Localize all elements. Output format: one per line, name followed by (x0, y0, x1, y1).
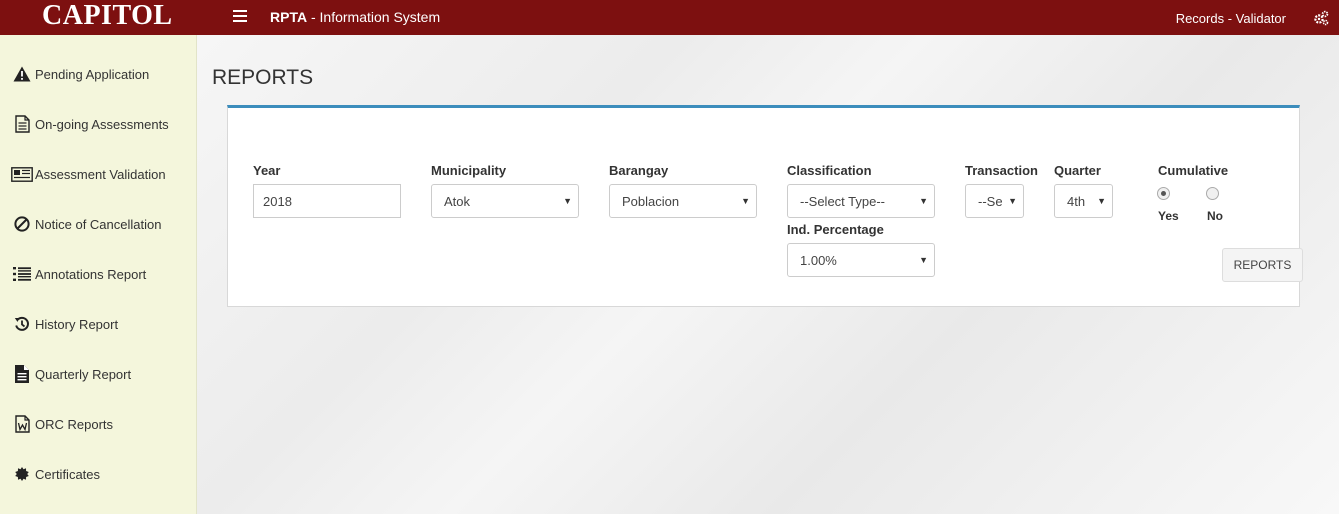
classification-select[interactable]: --Select Type-- ▼ (787, 184, 935, 218)
classification-label: Classification (787, 163, 872, 178)
ind-percentage-label: Ind. Percentage (787, 222, 884, 237)
sidebar-item-label: Assessment Validation (35, 166, 166, 182)
barangay-value: Poblacion (622, 193, 680, 209)
sidebar-item-label: Quarterly Report (35, 366, 132, 382)
word-file-icon (11, 414, 33, 434)
year-input[interactable]: 2018 (253, 184, 401, 218)
ind-percentage-select[interactable]: 1.00% ▼ (787, 243, 935, 277)
sidebar-item-label: Certificates (35, 466, 101, 482)
sidebar-item-label: Notice of Cancellation (35, 216, 162, 232)
warning-icon (11, 64, 33, 84)
transaction-select[interactable]: --Se ▼ (965, 184, 1024, 218)
newspaper-icon (11, 164, 33, 184)
transaction-value: --Se (978, 193, 1003, 209)
sidebar-item-pending-application[interactable]: Pending Application (0, 54, 196, 94)
app-title-rest: - Information System (307, 9, 441, 25)
chevron-down-icon: ▼ (919, 196, 928, 206)
sidebar-item-label: On-going Assessments (35, 116, 169, 132)
barangay-label: Barangay (609, 163, 669, 178)
page-title: REPORTS (212, 66, 314, 89)
quarter-value: 4th (1067, 193, 1086, 209)
app-title-bold: RPTA (270, 9, 308, 25)
chevron-down-icon: ▼ (1008, 196, 1017, 206)
cumulative-label: Cumulative (1158, 163, 1229, 178)
chevron-down-icon: ▼ (563, 196, 572, 206)
hamburger-menu-icon[interactable] (233, 10, 247, 24)
main-content: REPORTS Year 2018 Municipality Atok ▼ Ba… (197, 35, 1339, 514)
classification-value: --Select Type-- (800, 193, 886, 209)
cumulative-no-label: No (1207, 209, 1223, 223)
quarter-label: Quarter (1054, 163, 1101, 178)
municipality-value: Atok (444, 193, 471, 209)
list-icon (11, 264, 33, 284)
cumulative-no-radio[interactable] (1206, 187, 1219, 200)
gears-icon[interactable] (1313, 10, 1329, 26)
sidebar-item-notice-of-cancellation[interactable]: Notice of Cancellation (0, 204, 196, 244)
brand-logo[interactable]: CAPITOL (42, 0, 173, 33)
reports-form-card: Year 2018 Municipality Atok ▼ Barangay P… (227, 105, 1303, 307)
municipality-select[interactable]: Atok ▼ (431, 184, 579, 218)
cumulative-yes-radio[interactable] (1157, 187, 1170, 200)
user-role-menu[interactable]: Records - Validator (1176, 11, 1286, 26)
chevron-down-icon: ▼ (1097, 196, 1106, 206)
ban-icon (11, 214, 33, 234)
chevron-down-icon: ▼ (741, 196, 750, 206)
sidebar-item-quarterly-report[interactable]: Quarterly Report (0, 354, 196, 394)
year-value: 2018 (263, 193, 292, 209)
sidebar-item-assessment-validation[interactable]: Assessment Validation (0, 154, 196, 194)
sidebar-item-label: Annotations Report (35, 266, 147, 282)
sidebar-item-certificates[interactable]: Certificates (0, 454, 196, 494)
year-label: Year (253, 163, 281, 178)
certificate-icon (11, 464, 33, 484)
cumulative-yes-label: Yes (1158, 209, 1179, 223)
transaction-label: Transaction (965, 163, 1038, 178)
chevron-down-icon: ▼ (919, 255, 928, 265)
sidebar-item-label: ORC Reports (35, 416, 114, 432)
sidebar-item-label: History Report (35, 316, 119, 332)
sidebar-item-orc-reports[interactable]: ORC Reports (0, 404, 196, 444)
document-icon (11, 114, 33, 134)
barangay-select[interactable]: Poblacion ▼ (609, 184, 757, 218)
sidebar-item-annotations-report[interactable]: Annotations Report (0, 254, 196, 294)
reports-button[interactable]: REPORTS (1222, 248, 1303, 282)
app-title: RPTA - Information System (270, 9, 440, 25)
top-navbar: CAPITOL RPTA - Information System Record… (0, 0, 1339, 35)
sidebar-item-ongoing-assessments[interactable]: On-going Assessments (0, 104, 196, 144)
sidebar-item-history-report[interactable]: History Report (0, 304, 196, 344)
municipality-label: Municipality (431, 163, 507, 178)
history-icon (11, 314, 33, 334)
quarter-select[interactable]: 4th ▼ (1054, 184, 1113, 218)
file-text-icon (11, 364, 33, 384)
ind-percentage-value: 1.00% (800, 252, 837, 268)
sidebar: Pending Application On-going Assessments… (0, 35, 197, 514)
sidebar-item-label: Pending Application (35, 66, 150, 82)
